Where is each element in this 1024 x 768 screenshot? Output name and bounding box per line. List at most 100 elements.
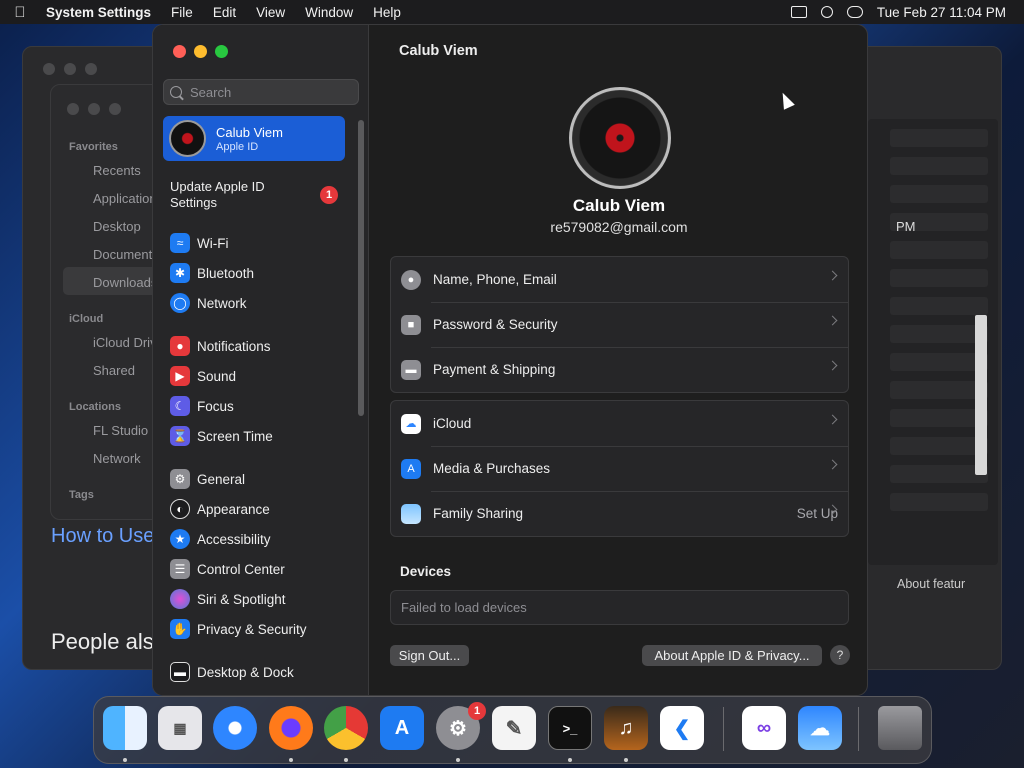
firefox-icon[interactable] [269,706,313,750]
sidebar-item-general[interactable]: ⚙ General [170,469,245,489]
sidebar-item-accessibility[interactable]: ★ Accessibility [170,529,271,549]
terminal-icon[interactable]: >_ [548,706,592,750]
close-window-button[interactable] [173,45,186,58]
chevron-right-icon [827,315,838,326]
row-password-security[interactable]: ■ Password & Security [391,302,848,347]
sidebar-item-label: Accessibility [197,531,271,547]
app-store-icon[interactable]: A [380,706,424,750]
row-label: Payment & Shipping [433,362,556,377]
update-badge: 1 [320,186,338,204]
toggles-icon: ☰ [170,559,190,579]
sidebar-item-apple-id[interactable]: Calub Viem Apple ID [163,116,345,161]
browser-window-controls[interactable] [43,63,97,75]
running-indicator [624,758,628,762]
menu-file[interactable]: File [161,5,203,20]
finder-item-shared[interactable]: Shared [93,363,135,378]
sidebar-item-label: Wi-Fi [197,235,229,251]
person-icon: ● [401,269,421,290]
sidebar-item-label: Appearance [197,501,270,517]
menu-bar:  System Settings File Edit View Window … [0,0,1024,24]
row-payment-shipping[interactable]: ▬ Payment & Shipping [391,347,848,392]
sidebar-search-input[interactable]: Search [163,79,359,105]
sidebar-item-label: General [197,471,246,487]
menu-app-name[interactable]: System Settings [40,5,161,20]
browser-about-features[interactable]: About featur [897,577,965,591]
account-subtitle: Apple ID [216,140,259,153]
sidebar-item-desktop-dock[interactable]: ▬ Desktop & Dock [170,662,294,682]
chrome-icon[interactable] [324,706,368,750]
spotlight-search-icon[interactable] [820,6,833,18]
sidebar-item-focus[interactable]: ☾ Focus [170,396,234,416]
finder-item-downloads[interactable]: Downloads [93,275,157,290]
sidebar-item-network[interactable]: ◯ Network [170,293,247,313]
cloud-icon: ☁ [401,413,421,434]
minimize-window-button[interactable] [194,45,207,58]
finder-icon[interactable] [103,706,147,750]
settings-content: Calub Viem Calub Viem re579082@gmail.com… [369,25,867,695]
menu-edit[interactable]: Edit [203,5,246,20]
launchpad-icon[interactable]: ▦ [158,706,202,750]
sidebar-item-appearance[interactable]: ◐ Appearance [170,499,270,519]
browser-scrollbar[interactable] [975,315,987,475]
sidebar-item-label: Network [197,295,247,311]
sidebar-item-privacy-security[interactable]: ✋ Privacy & Security [170,619,307,639]
dock: ▦ A ⚙ 1 ✎ >_ ♫ ❮ ∞ ☁ [93,696,932,764]
apple-menu-icon[interactable]:  [0,4,40,21]
bell-icon: ● [170,336,190,356]
finder-window-controls[interactable] [67,103,121,115]
finder-item-network[interactable]: Network [93,451,141,466]
row-icloud[interactable]: ☁ iCloud [391,401,848,446]
siri-icon [170,589,190,609]
finder-item-desktop[interactable]: Desktop [93,219,141,234]
about-apple-id-button[interactable]: About Apple ID & Privacy... [642,645,822,666]
wifi-icon: ≈ [170,233,190,253]
running-indicator [456,758,460,762]
menu-window[interactable]: Window [295,5,363,20]
textedit-icon[interactable]: ✎ [492,706,536,750]
chevron-right-icon [827,414,838,425]
vscode-icon[interactable]: ❮ [660,706,704,750]
menu-help[interactable]: Help [363,5,411,20]
trash-icon[interactable] [878,706,922,750]
row-media-purchases[interactable]: A Media & Purchases [391,446,848,491]
sidebar-item-notifications[interactable]: ● Notifications [170,336,271,356]
profile-name: Calub Viem [572,196,666,215]
sidebar-item-siri-spotlight[interactable]: Siri & Spotlight [170,589,286,609]
sign-out-button[interactable]: Sign Out... [390,645,469,666]
finder-section-favorites: Favorites [69,141,118,153]
sidebar-item-screen-time[interactable]: ⌛ Screen Time [170,426,273,446]
sidebar-item-sound[interactable]: ▶ Sound [170,366,236,386]
profile-email: re579082@gmail.com [550,219,688,235]
avatar [169,120,206,157]
row-name-phone-email[interactable]: ● Name, Phone, Email [391,257,848,302]
visual-studio-icon[interactable]: ∞ [742,706,786,750]
finder-section-locations: Locations [69,401,121,413]
safari-icon[interactable] [213,706,257,750]
menu-view[interactable]: View [246,5,295,20]
sidebar-item-label: Siri & Spotlight [197,591,286,607]
sidebar-item-control-center[interactable]: ☰ Control Center [170,559,285,579]
sidebar-item-wifi[interactable]: ≈ Wi-Fi [170,233,228,253]
running-indicator [568,758,572,762]
menu-clock[interactable]: Tue Feb 27 11:04 PM [877,5,1006,20]
sidebar-item-update-apple-id[interactable]: Update Apple ID Settings [170,179,310,211]
screen-mirroring-icon[interactable] [790,6,807,18]
sidebar-scrollbar[interactable] [358,120,364,416]
garageband-icon[interactable]: ♫ [604,706,648,750]
devices-status: Failed to load devices [390,590,849,625]
sidebar-item-bluetooth[interactable]: ✱ Bluetooth [170,263,254,283]
help-button[interactable]: ? [830,645,850,665]
finder-item-fl-studio[interactable]: FL Studio [93,423,148,438]
finder-item-documents[interactable]: Documents [93,247,159,262]
search-placeholder: Search [190,84,232,100]
zoom-window-button[interactable] [215,45,228,58]
control-center-icon[interactable] [846,6,863,18]
sidebar-item-label: Sound [197,368,237,384]
running-indicator [123,758,127,762]
browser-link-how-to[interactable]: How to Use [51,525,154,548]
profile-avatar[interactable] [569,87,671,189]
gear-icon: ⚙ [170,469,190,489]
finder-item-recents[interactable]: Recents [93,163,141,178]
row-family-sharing[interactable]: Family Sharing Set Up [391,491,848,536]
weather-icon[interactable]: ☁ [798,706,842,750]
